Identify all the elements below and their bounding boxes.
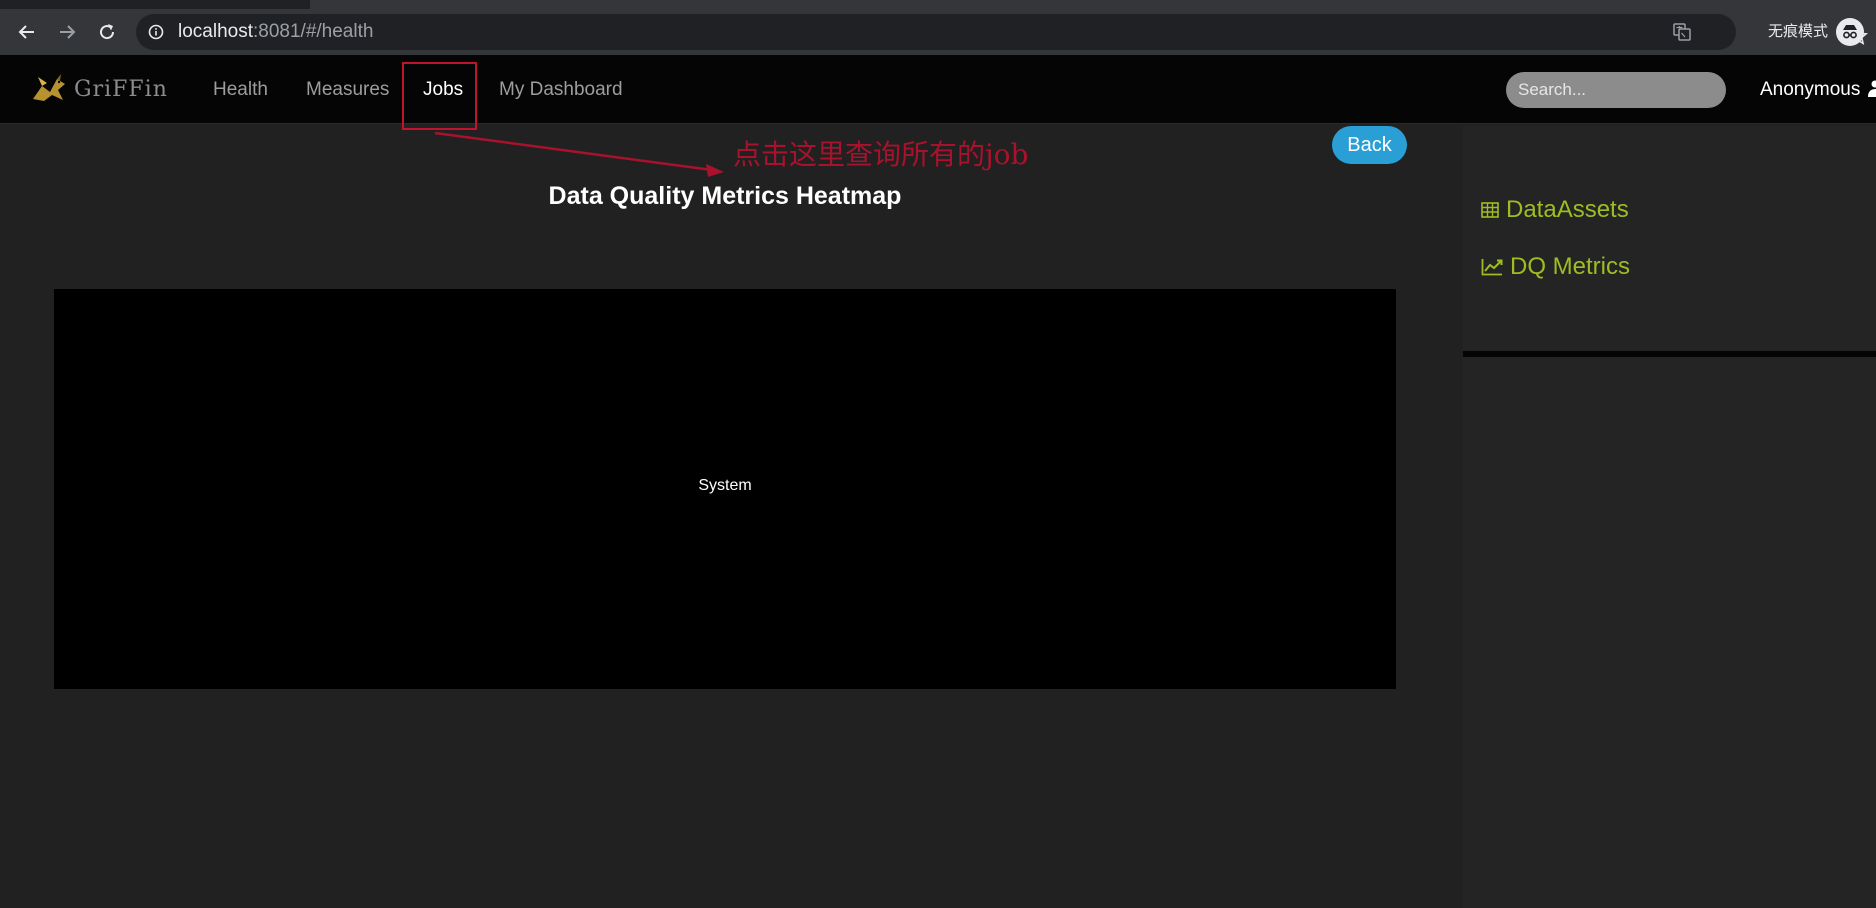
sidebar-item-label: DataAssets	[1506, 196, 1629, 223]
nav-measures[interactable]: Measures	[306, 55, 389, 124]
sidebar-item-label: DQ Metrics	[1510, 253, 1630, 280]
url-path: :8081/#/health	[253, 21, 374, 42]
brand-logo[interactable]: GriFFin	[30, 69, 168, 109]
browser-reload-button[interactable]	[93, 18, 121, 46]
heatmap-chart[interactable]: System	[54, 289, 1396, 689]
back-button[interactable]: Back	[1332, 126, 1407, 164]
annotation-text: 点击这里查询所有的job	[733, 138, 1029, 171]
arrow-left-icon	[18, 25, 34, 39]
url-host: localhost	[178, 21, 253, 42]
browser-toolbar: localhost:8081/#/health	[0, 9, 1876, 55]
nav-health[interactable]: Health	[213, 55, 268, 124]
line-chart-icon	[1481, 259, 1503, 276]
info-icon[interactable]	[148, 24, 164, 40]
jobs-highlight-box	[402, 62, 477, 130]
user-name[interactable]: Anonymous	[1760, 55, 1860, 124]
search-input[interactable]	[1506, 72, 1726, 108]
incognito-glyph	[1843, 25, 1857, 39]
sidebar: DataAssets DQ Metrics	[1463, 125, 1876, 908]
translate-icon[interactable]	[1672, 22, 1692, 42]
incognito-label: 无痕模式	[1768, 23, 1829, 40]
browser-tab-strip	[310, 0, 1876, 9]
nav-my-dashboard[interactable]: My Dashboard	[499, 55, 623, 124]
reload-icon	[100, 24, 115, 40]
sidebar-item-dataassets[interactable]: DataAssets	[1481, 190, 1629, 230]
address-bar[interactable]: localhost:8081/#/health	[136, 14, 1868, 50]
sidebar-divider	[1463, 351, 1876, 357]
heatmap-cell-label[interactable]: System	[54, 477, 1396, 495]
arrow-right-icon	[60, 25, 76, 39]
brand-name: GriFFin	[74, 76, 168, 102]
table-icon	[1481, 202, 1499, 218]
user-icon[interactable]	[1868, 80, 1876, 98]
incognito-icon[interactable]	[1836, 18, 1864, 46]
page-title: Data Quality Metrics Heatmap	[548, 182, 902, 210]
sidebar-item-dq-metrics[interactable]: DQ Metrics	[1481, 247, 1630, 287]
address-url[interactable]: localhost:8081/#/health	[178, 14, 373, 50]
browser-back-button[interactable]	[13, 18, 41, 46]
browser-forward-button[interactable]	[53, 18, 81, 46]
griffin-logo-icon	[33, 74, 65, 101]
